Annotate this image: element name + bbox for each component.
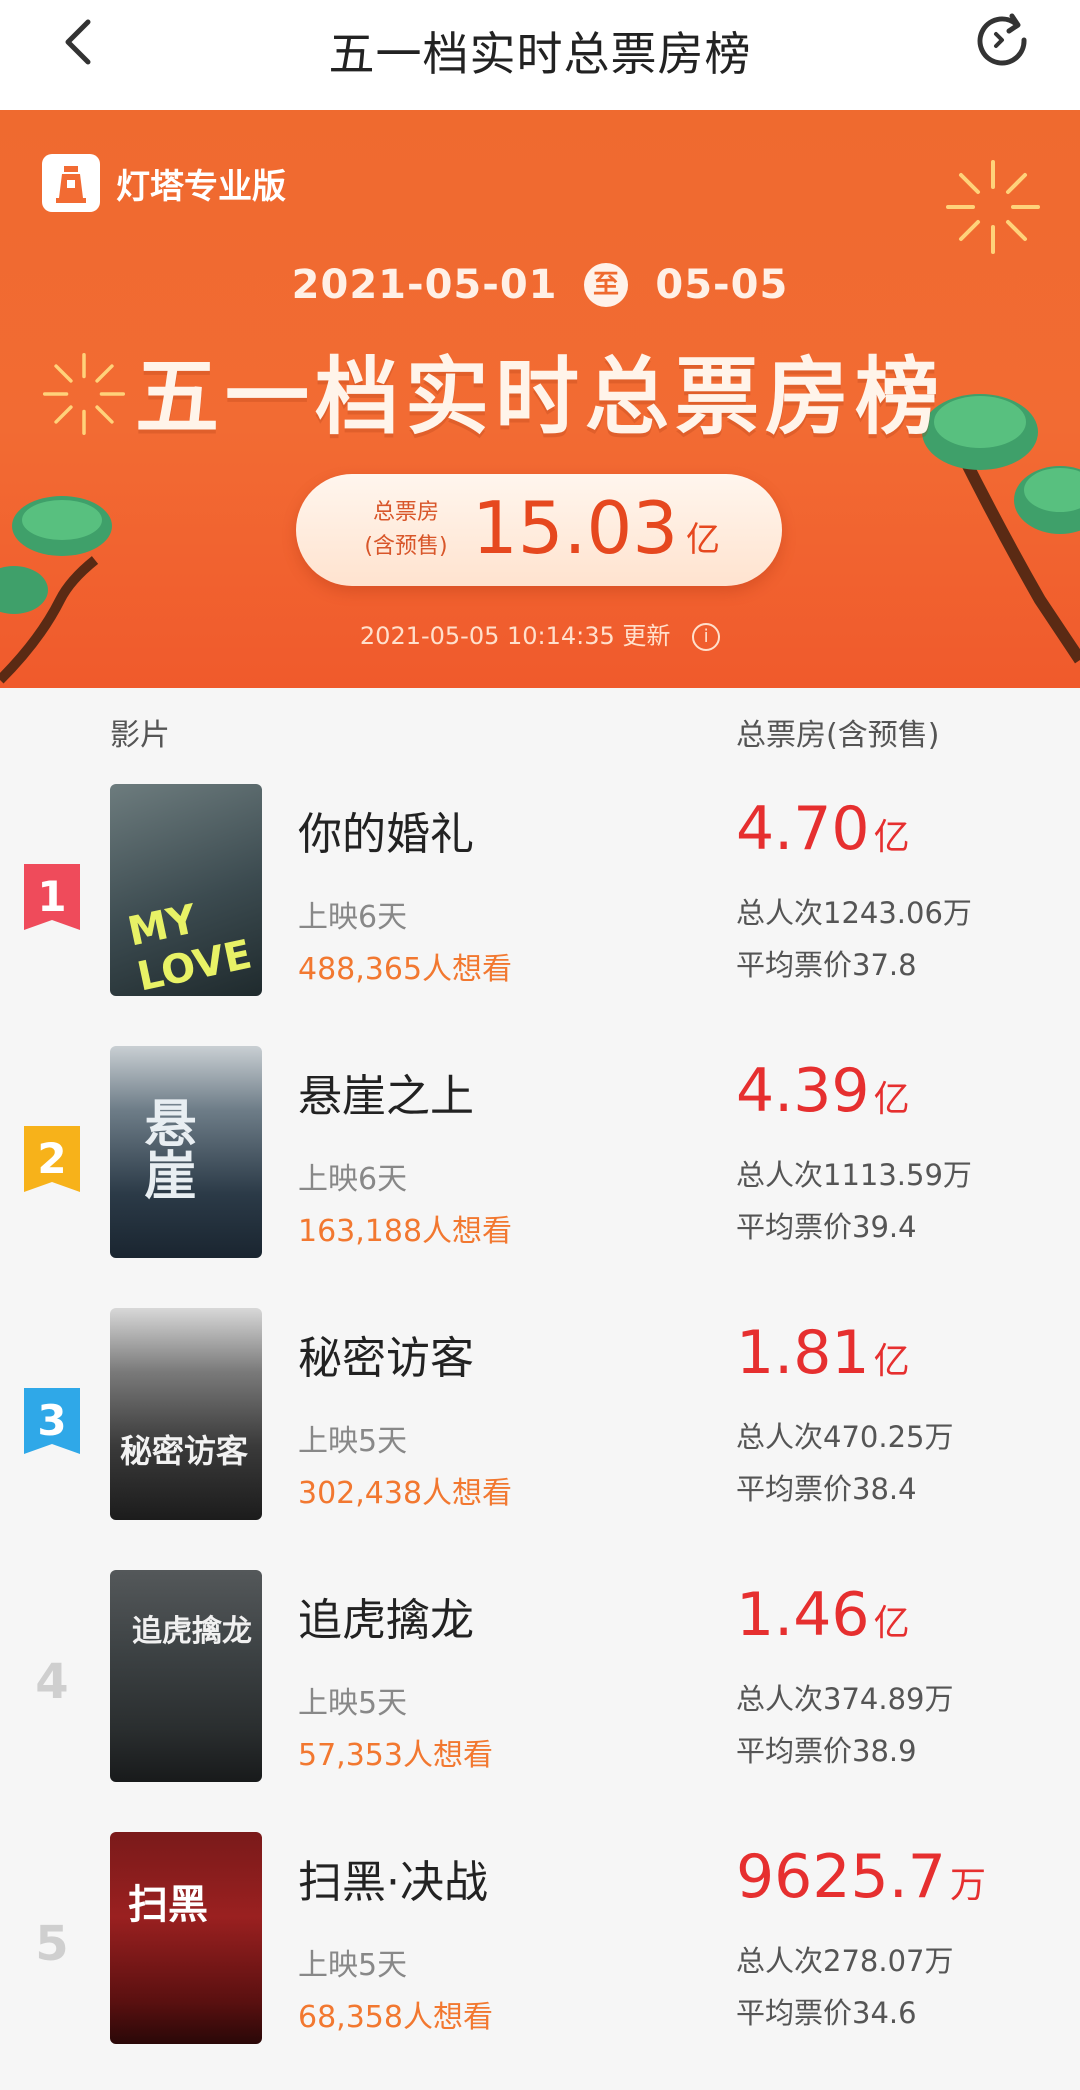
box-office: 4.70 亿 (736, 794, 910, 864)
summary-banner: 灯塔专业版 2021-05-01 至 05-05 五一档实时总票房榜 总票房 (… (0, 110, 1080, 688)
box-office: 1.46 亿 (736, 1580, 910, 1650)
total-value: 15.03 (472, 486, 679, 570)
refresh-icon[interactable] (972, 10, 1032, 70)
film-title: 追虎擒龙 (298, 1595, 474, 1646)
film-title: 扫黑·决战 (298, 1857, 488, 1908)
movie-poster[interactable]: MY LOVE (110, 784, 262, 996)
want-count: 302,438人想看 (298, 1476, 513, 1511)
header-total: 总票房(含预售) (736, 718, 940, 753)
total-box-office-pill: 总票房 (含预售) 15.03 亿 (296, 474, 782, 586)
box-office-value: 1.81 (736, 1318, 870, 1388)
pine-tree-icon (0, 496, 112, 684)
box-office-value: 4.39 (736, 1056, 870, 1126)
want-count: 163,188人想看 (298, 1214, 513, 1249)
box-office-unit: 万 (949, 1865, 986, 1906)
total-viewers: 总人次1243.06万 (736, 896, 972, 930)
avg-ticket-price: 平均票价38.4 (736, 1472, 917, 1506)
rank-number: 5 (35, 1916, 69, 1972)
list-item[interactable]: 5 扫黑 扫黑·决战 上映5天 68,358人想看 9625.7 万 总人次278… (0, 1832, 1080, 2090)
firework-icon (946, 160, 1040, 254)
list-item[interactable]: 1 MY LOVE 你的婚礼 上映6天 488,365人想看 4.70 亿 总人次… (0, 784, 1080, 1046)
release-days: 上映6天 (298, 900, 408, 935)
box-office: 4.39 亿 (736, 1056, 910, 1126)
rank-badge: 5 (24, 1912, 80, 1986)
want-count: 57,353人想看 (298, 1738, 493, 1773)
list-item[interactable]: 4 追虎擒龙 追虎擒龙 上映5天 57,353人想看 1.46 亿 总人次374.… (0, 1570, 1080, 1832)
date-start: 2021-05-01 (291, 262, 558, 308)
rank-number: 2 (37, 1134, 67, 1183)
header-film: 影片 (110, 718, 170, 753)
total-viewers: 总人次278.07万 (736, 1944, 954, 1978)
total-viewers: 总人次374.89万 (736, 1682, 954, 1716)
rank-badge: 2 (24, 1126, 80, 1200)
box-office: 9625.7 万 (736, 1842, 986, 1912)
total-viewers: 总人次1113.59万 (736, 1158, 972, 1192)
box-office-unit: 亿 (873, 1079, 910, 1120)
update-time-text: 2021-05-05 10:14:35 更新 (359, 622, 671, 650)
info-icon[interactable]: i (692, 623, 721, 651)
release-days: 上映5天 (298, 1424, 408, 1459)
box-office: 1.81 亿 (736, 1318, 910, 1388)
box-office-list: 影片 总票房(含预售) 1 MY LOVE 你的婚礼 上映6天 488,365人… (0, 688, 1080, 2090)
page-title: 五一档实时总票房榜 (328, 27, 752, 81)
film-title: 悬崖之上 (298, 1071, 474, 1122)
avg-ticket-price: 平均票价37.8 (736, 948, 917, 982)
date-end: 05-05 (655, 262, 789, 308)
box-office-value: 9625.7 (736, 1842, 946, 1912)
total-viewers: 总人次470.25万 (736, 1420, 954, 1454)
top-nav-bar: 五一档实时总票房榜 (0, 0, 1080, 110)
total-unit: 亿 (686, 520, 720, 560)
movie-poster[interactable]: 秘密访客 (110, 1308, 262, 1520)
rank-badge: 1 (24, 864, 80, 938)
movie-poster[interactable]: 追虎擒龙 (110, 1570, 262, 1782)
movie-poster[interactable]: 扫黑 (110, 1832, 262, 2044)
box-office-value: 4.70 (736, 794, 870, 864)
want-count: 488,365人想看 (298, 952, 513, 987)
box-office-unit: 亿 (873, 1603, 910, 1644)
rank-number: 3 (37, 1396, 67, 1445)
release-days: 上映5天 (298, 1686, 408, 1721)
release-days: 上映5天 (298, 1948, 408, 1983)
total-label: 总票房 (含预售) (356, 496, 456, 564)
total-label-line2: (含预售) (364, 534, 448, 559)
avg-ticket-price: 平均票价39.4 (736, 1210, 917, 1244)
box-office-value: 1.46 (736, 1580, 870, 1650)
list-item[interactable]: 2 悬崖 悬崖之上 上映6天 163,188人想看 4.39 亿 总人次1113.… (0, 1046, 1080, 1308)
avg-ticket-price: 平均票价38.9 (736, 1734, 917, 1768)
film-title: 你的婚礼 (298, 809, 474, 860)
date-range: 2021-05-01 至 05-05 (0, 260, 1080, 308)
box-office-unit: 亿 (873, 817, 910, 858)
avg-ticket-price: 平均票价34.6 (736, 1996, 917, 2030)
box-office-unit: 亿 (873, 1341, 910, 1382)
rank-badge: 3 (24, 1388, 80, 1462)
date-separator: 至 (584, 263, 629, 307)
list-header: 影片 总票房(含预售) (0, 710, 1080, 760)
brand: 灯塔专业版 (42, 154, 286, 212)
want-count: 68,358人想看 (298, 2000, 493, 2035)
rank-number: 4 (35, 1654, 69, 1710)
lighthouse-logo-icon (42, 154, 100, 212)
movie-poster[interactable]: 悬崖 (110, 1046, 262, 1258)
total-label-line1: 总票房 (372, 500, 439, 525)
update-time: 2021-05-05 10:14:35 更新 i (0, 616, 1080, 651)
list-item[interactable]: 3 秘密访客 秘密访客 上映5天 302,438人想看 1.81 亿 总人次470… (0, 1308, 1080, 1570)
banner-title: 五一档实时总票房榜 (134, 348, 945, 446)
release-days: 上映6天 (298, 1162, 408, 1197)
brand-name: 灯塔专业版 (116, 166, 286, 207)
rank-number: 1 (37, 872, 67, 921)
film-title: 秘密访客 (298, 1333, 474, 1384)
rank-badge: 4 (24, 1650, 80, 1724)
